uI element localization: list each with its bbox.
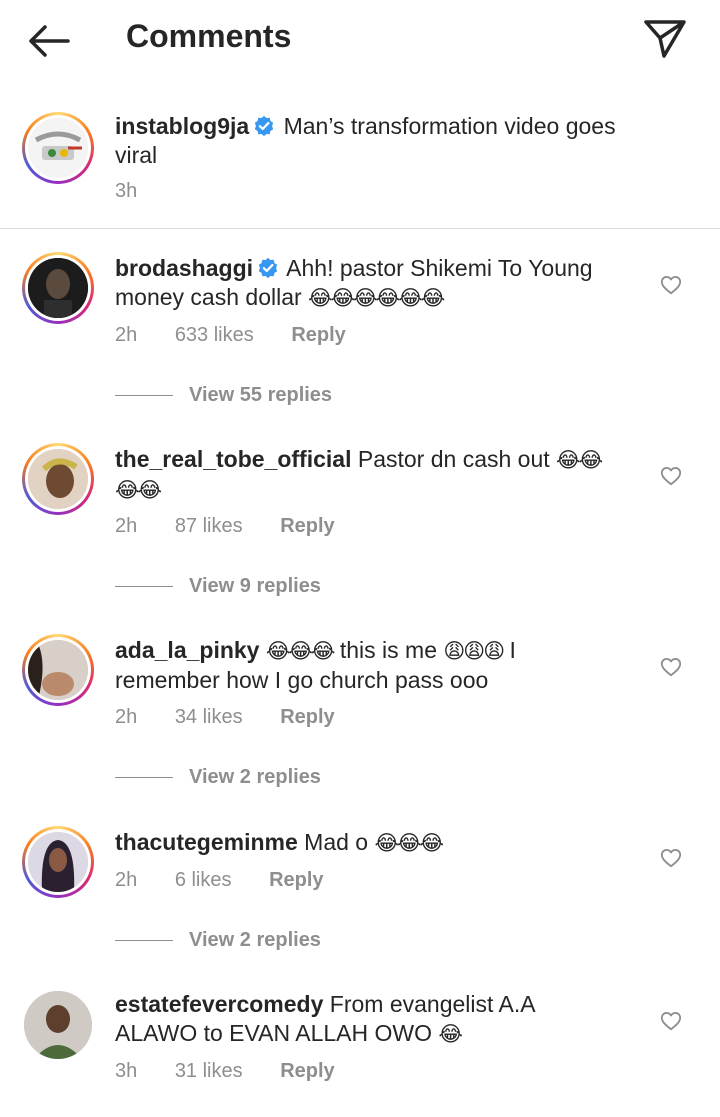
verified-badge-icon (255, 115, 274, 137)
reply-button[interactable]: Reply (291, 324, 345, 346)
comment-meta: 2h 87 likes Reply (115, 515, 367, 538)
comment-body: From evangelist A.A (329, 991, 536, 1017)
reply-button[interactable]: Reply (269, 869, 323, 891)
comment-time: 2h (115, 324, 138, 346)
reply-button[interactable]: Reply (280, 515, 334, 537)
instablog9ja-logo-icon (28, 118, 88, 178)
heart-icon[interactable] (660, 1010, 682, 1032)
view-replies-button[interactable]: View 2 replies (115, 929, 321, 952)
caption-meta: 3h (115, 180, 169, 203)
view-replies-label: View 2 replies (189, 766, 321, 788)
comment-meta: 3h 31 likes Reply (115, 1060, 367, 1083)
heart-icon[interactable] (660, 656, 682, 678)
comment-text: ada_la_pinky 😂😂😂 this is me 😩😩😩 I rememb… (115, 636, 635, 695)
comment-text: thacutegeminme Mad o 😂😂😂 (115, 828, 635, 858)
avatar-photo-icon (28, 258, 88, 318)
caption-username[interactable]: instablog9ja (115, 113, 249, 139)
comment-body: Pastor dn cash out (357, 446, 550, 472)
view-replies-label: View 2 replies (189, 929, 321, 951)
commenter-avatar[interactable] (22, 634, 94, 706)
comment-body: Mad o (304, 829, 369, 855)
comment-text: estatefevercomedy From evangelist A.A AL… (115, 990, 635, 1049)
comment-username[interactable]: ada_la_pinky (115, 637, 259, 663)
commenter-avatar[interactable] (22, 443, 94, 515)
comment-likes[interactable]: 87 likes (175, 515, 243, 537)
comment-time: 2h (115, 515, 138, 537)
comment-username[interactable]: thacutegeminme (115, 829, 298, 855)
view-replies-button[interactable]: View 9 replies (115, 575, 321, 598)
top-bar: Comments (0, 0, 720, 78)
comment-meta: 2h 633 likes Reply (115, 324, 378, 347)
page-title: Comments (126, 18, 292, 54)
heart-icon[interactable] (660, 847, 682, 869)
caption-time: 3h (115, 180, 138, 202)
commenter-avatar[interactable] (24, 991, 92, 1059)
comment-body: Ahh! pastor Shikemi To Young (286, 255, 593, 281)
comment-time: 2h (115, 869, 138, 891)
commenter-avatar[interactable] (22, 252, 94, 324)
comment-time: 2h (115, 706, 138, 728)
view-replies-label: View 9 replies (189, 575, 321, 597)
laughing-emoji: 😂 (438, 1022, 463, 1046)
post-caption: instablog9ja Man’s transformation video … (0, 94, 720, 229)
divider-line (115, 586, 173, 588)
comment-body-line2: ALAWO to EVAN ALLAH OWO (115, 1020, 432, 1046)
commenter-avatar[interactable] (22, 826, 94, 898)
view-replies-button[interactable]: View 55 replies (115, 384, 332, 407)
laughing-emoji: 😂😂😂 (265, 639, 336, 663)
divider-line (115, 777, 173, 779)
heart-icon[interactable] (660, 274, 682, 296)
comment-meta: 2h 34 likes Reply (115, 706, 367, 729)
laughing-emoji: 😂😂 (556, 448, 603, 472)
comment-username[interactable]: the_real_tobe_official (115, 446, 351, 472)
comment-body-line2: remember how I go church pass ooo (115, 667, 489, 693)
back-arrow-icon[interactable] (28, 24, 72, 58)
reply-button[interactable]: Reply (280, 1060, 334, 1082)
view-replies-button[interactable]: View 2 replies (115, 766, 321, 789)
comment-text: the_real_tobe_official Pastor dn cash ou… (115, 445, 635, 505)
avatar-photo-icon (28, 832, 88, 892)
comment-likes[interactable]: 633 likes (175, 324, 254, 346)
comment-meta: 2h 6 likes Reply (115, 869, 356, 892)
reply-button[interactable]: Reply (280, 706, 334, 728)
comment-body-end: I (509, 637, 516, 663)
avatar-photo-icon (28, 449, 88, 509)
caption-text: instablog9ja Man’s transformation video … (115, 112, 635, 170)
avatar-photo-icon (24, 991, 92, 1059)
divider-line (115, 395, 173, 397)
laughing-emoji: 😂😂 (115, 478, 162, 502)
avatar-photo-icon (28, 640, 88, 700)
comment-likes[interactable]: 34 likes (175, 706, 243, 728)
divider-line (115, 940, 173, 942)
verified-badge-icon (258, 257, 278, 279)
laughing-emoji: 😂😂😂 (374, 831, 444, 855)
view-replies-label: View 55 replies (189, 384, 333, 406)
comment-body-line2: money cash dollar (115, 284, 302, 310)
comment-likes[interactable]: 6 likes (175, 869, 232, 891)
direct-send-icon[interactable] (640, 16, 690, 60)
comment-likes[interactable]: 31 likes (175, 1060, 243, 1082)
heart-icon[interactable] (660, 465, 682, 487)
comment-time: 3h (115, 1060, 138, 1082)
comment-body: this is me (339, 637, 438, 663)
weary-emoji: 😩😩😩 (443, 639, 505, 663)
comment-username[interactable]: estatefevercomedy (115, 991, 323, 1017)
laughing-emoji: 😂😂😂😂😂😂 (308, 286, 445, 310)
caption-avatar[interactable] (22, 112, 94, 184)
comment-text: brodashaggi Ahh! pastor Shikemi To Young… (115, 254, 635, 313)
comment-username[interactable]: brodashaggi (115, 255, 253, 281)
